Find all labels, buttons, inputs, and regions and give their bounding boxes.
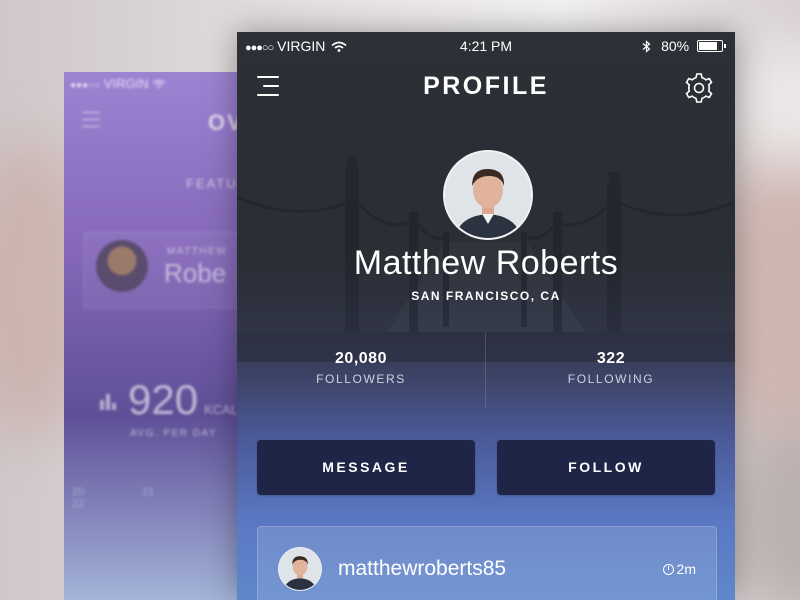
background-phone-screen: ●●●○○ VIRGIN OV FEATU MATTHEW Robe 920 K… [64,72,254,600]
post-time-text: 2m [676,561,696,577]
profile-screen: ●●●○○ VIRGIN 4:21 PM 80% PROFILE Matthew… [237,32,735,600]
message-button[interactable]: MESSAGE [257,440,475,495]
profile-name: Matthew Roberts [353,244,619,282]
back-metric-label: AVG. PER DAY [130,428,218,439]
back-user-name: Robe [164,258,227,288]
back-status-bar: ●●●○○ VIRGIN [70,76,166,91]
clock-icon [662,564,674,575]
back-carrier: VIRGIN [103,76,149,91]
post-avatar[interactable] [278,547,322,591]
following-label: FOLLOWING [567,372,655,386]
followers-stat[interactable]: 20,080 FOLLOWERS [237,350,485,386]
post-card[interactable]: matthewroberts85 2m [257,526,717,600]
back-day: 20 [72,486,85,498]
back-day: 22 [72,498,85,510]
follow-button[interactable]: FOLLOW [497,440,715,495]
bar-chart-icon [100,394,118,410]
back-user-first: MATTHEW [167,246,228,257]
followers-count: 20,080 [335,350,387,367]
post-timestamp: 2m [662,561,696,577]
back-menu-icon [82,112,100,133]
page-title: PROFILE [423,72,549,100]
following-count: 322 [596,350,626,367]
back-metric-unit: KCAL [204,402,238,417]
followers-label: FOLLOWERS [316,372,406,386]
profile-avatar[interactable] [443,150,533,240]
back-metric-value: 920 [128,376,199,423]
profile-location: SAN FRANCISCO, CA [411,289,561,303]
avatar-portrait [445,152,531,238]
gear-icon[interactable] [683,72,715,104]
back-day: 21 [142,486,155,498]
back-day-labels: 20 21 22 [72,486,254,510]
following-stat[interactable]: 322 FOLLOWING [487,350,735,386]
stats-divider [485,332,486,408]
battery-percentage: 80% [661,38,690,54]
post-avatar-portrait [279,548,321,590]
bluetooth-icon [642,40,651,53]
status-bar: ●●●○○ VIRGIN 4:21 PM 80% [237,32,735,58]
battery-icon [697,40,726,52]
back-avatar [96,240,148,292]
wifi-icon [152,79,166,89]
back-section-label: FEATU [186,176,238,191]
post-username[interactable]: matthewroberts85 [338,557,506,581]
